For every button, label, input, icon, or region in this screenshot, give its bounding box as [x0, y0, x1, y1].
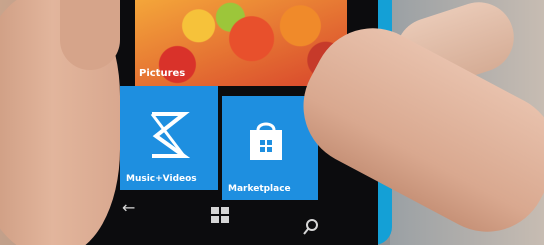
music-videos-tile[interactable]: Music+Videos [120, 86, 218, 190]
windows-start-icon[interactable] [210, 206, 230, 224]
back-arrow-icon[interactable]: ← [122, 198, 135, 217]
music-videos-label: Music+Videos [126, 174, 197, 184]
left-thumb [60, 0, 120, 70]
photo-scene: Pictures Music+Videos Marketplace ← [0, 0, 544, 245]
marketplace-label: Marketplace [228, 184, 291, 194]
shopping-bag-icon [250, 122, 282, 160]
zune-logo-icon [150, 112, 190, 158]
search-icon[interactable] [302, 218, 320, 236]
pictures-tile-label: Pictures [139, 68, 186, 79]
